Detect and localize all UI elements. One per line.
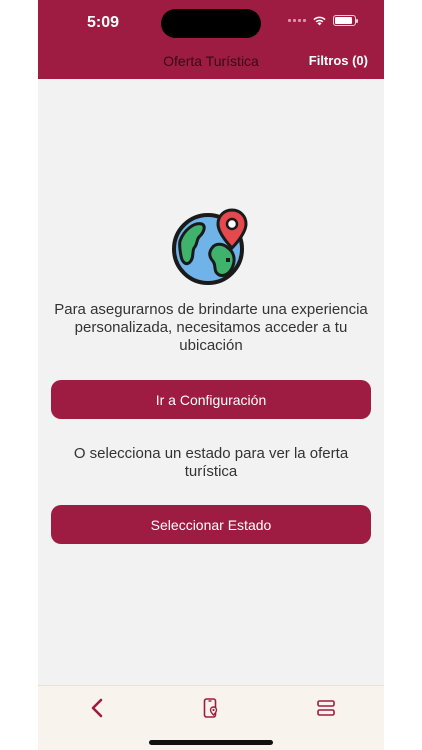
device-location-button[interactable] — [196, 695, 226, 721]
toggle-view-button[interactable] — [311, 695, 341, 721]
location-message: Para asegurarnos de brindarte una experi… — [54, 301, 368, 354]
header-bar: 5:09 Oferta Turística Filtros (0) — [38, 0, 384, 79]
select-state-button[interactable]: Seleccionar Estado — [51, 505, 371, 544]
phone-location-icon — [203, 698, 218, 718]
status-icons — [288, 15, 358, 26]
globe-location-pin-icon — [172, 208, 248, 285]
battery-icon — [333, 15, 358, 26]
select-state-message: O selecciona un estado para ver la ofert… — [73, 445, 349, 480]
filters-button[interactable]: Filtros (0) — [309, 53, 368, 68]
status-time: 5:09 — [87, 14, 120, 31]
dynamic-island — [161, 9, 261, 38]
back-button[interactable] — [82, 695, 112, 721]
menu-toggle-icon — [317, 700, 335, 716]
home-indicator — [149, 740, 273, 745]
wifi-icon — [313, 16, 326, 26]
go-to-settings-button[interactable]: Ir a Configuración — [51, 380, 371, 419]
app-screen: 5:09 Oferta Turística Filtros (0) Para a… — [38, 0, 384, 750]
signal-icon — [288, 19, 306, 22]
chevron-left-icon — [91, 698, 103, 718]
